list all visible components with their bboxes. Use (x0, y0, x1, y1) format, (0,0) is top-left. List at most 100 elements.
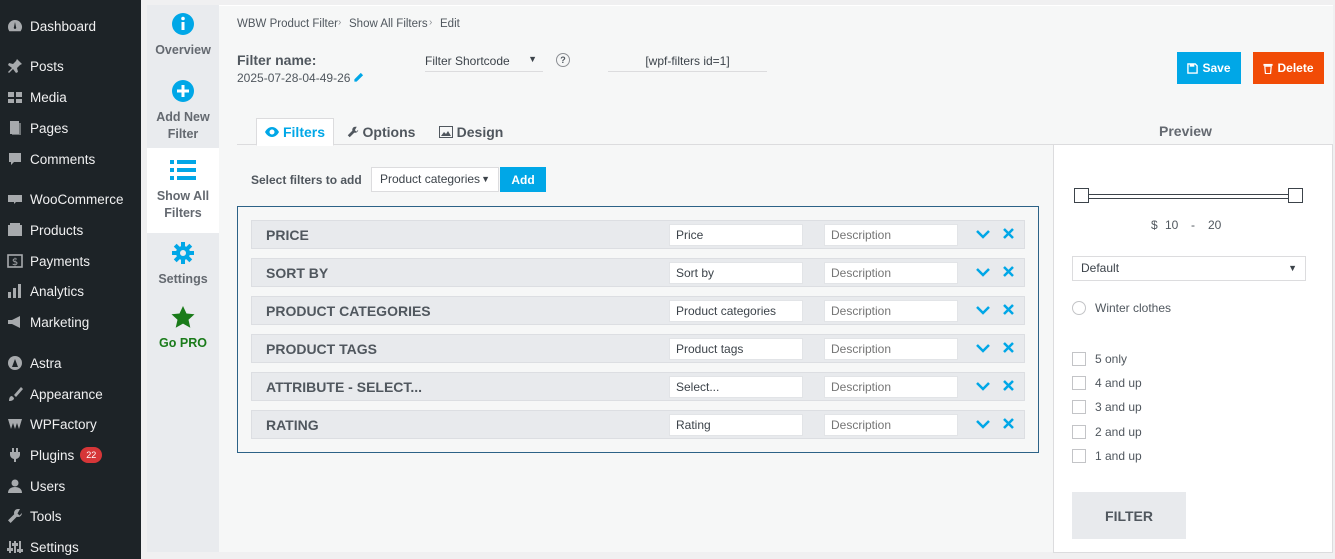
menu-label: Astra (30, 355, 62, 371)
caret-down-icon: ▼ (1288, 263, 1297, 273)
filter-title-input[interactable] (669, 338, 803, 360)
filter-title-input[interactable] (669, 414, 803, 436)
filter-button[interactable]: FILTER (1072, 492, 1186, 539)
chevron-down-icon[interactable] (976, 419, 990, 429)
rating-checkbox[interactable] (1072, 449, 1086, 463)
close-icon[interactable] (1003, 304, 1014, 315)
tab-filters[interactable]: Filters (256, 118, 334, 146)
category-radio[interactable] (1072, 301, 1086, 315)
filter-row[interactable]: RATING (251, 410, 1025, 439)
tab-label: Design (456, 123, 504, 140)
filter-list: PRICE SORT BY PRODUCT CATEGORIES PRODUCT… (237, 206, 1039, 453)
filter-row[interactable]: ATTRIBUTE - SELECT... (251, 372, 1025, 401)
filter-row[interactable]: PRODUCT CATEGORIES (251, 296, 1025, 325)
menu-item-marketing[interactable]: Marketing (0, 307, 141, 337)
help-icon[interactable]: ? (556, 53, 570, 67)
filter-type-select[interactable]: Product categories ▼ (371, 167, 499, 192)
chevron-right-icon: › (338, 17, 342, 28)
filter-description-input[interactable] (824, 224, 958, 246)
nav-go-pro[interactable]: Go PRO (147, 305, 219, 352)
menu-item-astra[interactable]: Astra (0, 348, 141, 378)
close-icon[interactable] (1003, 418, 1014, 429)
menu-item-settings[interactable]: Settings (0, 532, 141, 559)
filter-title-input[interactable] (669, 224, 803, 246)
rating-checkbox[interactable] (1072, 425, 1086, 439)
menu-item-payments[interactable]: $ Payments (0, 246, 141, 276)
brush-icon (6, 386, 24, 402)
breadcrumb-item[interactable]: WBW Product Filter (237, 18, 338, 30)
gear-icon (172, 242, 194, 264)
payments-icon: $ (6, 253, 24, 269)
tab-design[interactable]: Design (436, 118, 506, 145)
filter-title-input[interactable] (669, 300, 803, 322)
save-button[interactable]: Save (1177, 52, 1241, 84)
menu-label: Dashboard (30, 18, 97, 34)
menu-label: Users (30, 478, 66, 494)
wpfactory-icon (6, 416, 24, 432)
comments-icon (6, 151, 24, 167)
menu-item-media[interactable]: Media (0, 82, 141, 112)
menu-item-plugins[interactable]: Plugins 22 (0, 440, 141, 470)
price-currency: $ (1151, 218, 1158, 232)
dashboard-icon (6, 18, 24, 34)
nav-show-all-filters[interactable]: Show All Filters (147, 148, 219, 233)
menu-item-posts[interactable]: Posts (0, 51, 141, 81)
filter-description-input[interactable] (824, 376, 958, 398)
price-slider-min-handle[interactable] (1074, 188, 1089, 203)
rating-checkbox[interactable] (1072, 352, 1086, 366)
filter-description-input[interactable] (824, 300, 958, 322)
rating-checkbox[interactable] (1072, 376, 1086, 390)
filter-name-value[interactable]: 2025-07-28-04-49-26 (237, 71, 350, 85)
sort-select[interactable]: Default ▼ (1072, 256, 1306, 281)
filter-description-input[interactable] (824, 338, 958, 360)
astra-icon (6, 355, 24, 371)
delete-button[interactable]: Delete (1253, 52, 1324, 84)
filter-row[interactable]: PRICE (251, 220, 1025, 249)
close-icon[interactable] (1003, 342, 1014, 353)
close-icon[interactable] (1003, 228, 1014, 239)
menu-item-dashboard[interactable]: Dashboard (0, 11, 141, 41)
filter-name-label: Filter name: (237, 52, 317, 68)
filter-title-input[interactable] (669, 262, 803, 284)
filter-description-input[interactable] (824, 262, 958, 284)
price-max-value[interactable]: 20 (1208, 218, 1221, 232)
menu-item-products[interactable]: Products (0, 215, 141, 245)
filter-description-input[interactable] (824, 414, 958, 436)
menu-item-woocommerce[interactable]: WooCommerce (0, 184, 141, 214)
shortcode-select[interactable]: Filter Shortcode ▼ (425, 54, 543, 72)
breadcrumb-item[interactable]: Show All Filters (349, 18, 428, 30)
delete-label: Delete (1277, 61, 1314, 75)
close-icon[interactable] (1003, 380, 1014, 391)
menu-item-wpfactory[interactable]: WPFactory (0, 409, 141, 439)
rating-checkbox[interactable] (1072, 400, 1086, 414)
menu-item-appearance[interactable]: Appearance (0, 379, 141, 409)
add-filter-button[interactable]: Add (500, 167, 546, 192)
chevron-down-icon[interactable] (976, 305, 990, 315)
menu-item-users[interactable]: Users (0, 471, 141, 501)
pencil-icon[interactable] (353, 72, 364, 83)
filter-title-input[interactable] (669, 376, 803, 398)
menu-item-analytics[interactable]: Analytics (0, 276, 141, 306)
chevron-down-icon[interactable] (976, 267, 990, 277)
price-slider-max-handle[interactable] (1288, 188, 1303, 203)
eye-icon (264, 127, 279, 137)
filter-row[interactable]: PRODUCT TAGS (251, 334, 1025, 363)
chevron-down-icon[interactable] (976, 381, 990, 391)
filter-row[interactable]: SORT BY (251, 258, 1025, 287)
analytics-icon (6, 283, 24, 299)
tab-options[interactable]: Options (343, 118, 419, 145)
chevron-down-icon[interactable] (976, 343, 990, 353)
nav-overview[interactable]: Overview (147, 12, 219, 59)
menu-item-comments[interactable]: Comments (0, 144, 141, 174)
nav-settings[interactable]: Settings (147, 241, 219, 288)
save-label: Save (1202, 61, 1231, 75)
menu-item-tools[interactable]: Tools (0, 501, 141, 531)
close-icon[interactable] (1003, 266, 1014, 277)
shortcode-value[interactable]: [wpf-filters id=1] (608, 54, 767, 72)
price-min-value[interactable]: 10 (1165, 218, 1178, 232)
chevron-down-icon[interactable] (976, 229, 990, 239)
menu-item-pages[interactable]: Pages (0, 113, 141, 143)
info-icon (172, 13, 194, 35)
nav-add-new-filter[interactable]: Add New Filter (147, 79, 219, 143)
price-slider-track[interactable] (1081, 194, 1297, 199)
